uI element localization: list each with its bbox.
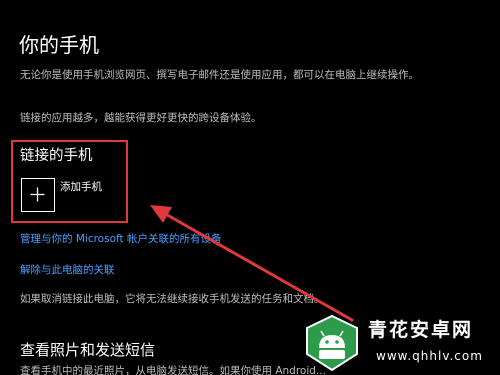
page-description-secondary: 链接的应用越多，越能获得更好更快的跨设备体验。 <box>20 112 262 124</box>
watermark: 青花安卓网 www.qhhlv.com <box>300 312 500 375</box>
page-description: 无论你是使用手机浏览网页、撰写电子邮件还是使用应用，都可以在电脑上继续操作。 <box>20 69 419 81</box>
watermark-title: 青花安卓网 <box>368 319 474 341</box>
unlink-pc-link[interactable]: 解除与此电脑的关联 <box>20 263 115 278</box>
photos-section-text: 查看手机中的最近照片，从电脑发送短信。如果你使用 Android... <box>20 365 326 375</box>
add-phone-label: 添加手机 <box>60 181 102 193</box>
photos-section-title: 查看照片和发送短信 <box>20 341 156 359</box>
unlink-note: 如果取消链接此电脑，它将无法继续接收手机发送的任务和文档。 <box>20 293 325 305</box>
manage-devices-link[interactable]: 管理与你的 Microsoft 帐户关联的所有设备 <box>20 232 221 247</box>
linked-phone-title: 链接的手机 <box>20 148 93 164</box>
add-phone-button[interactable]: 添加手机 <box>20 178 120 214</box>
page-title: 你的手机 <box>19 33 99 57</box>
watermark-url: www.qhhlv.com <box>376 349 483 363</box>
plus-icon <box>21 178 55 212</box>
